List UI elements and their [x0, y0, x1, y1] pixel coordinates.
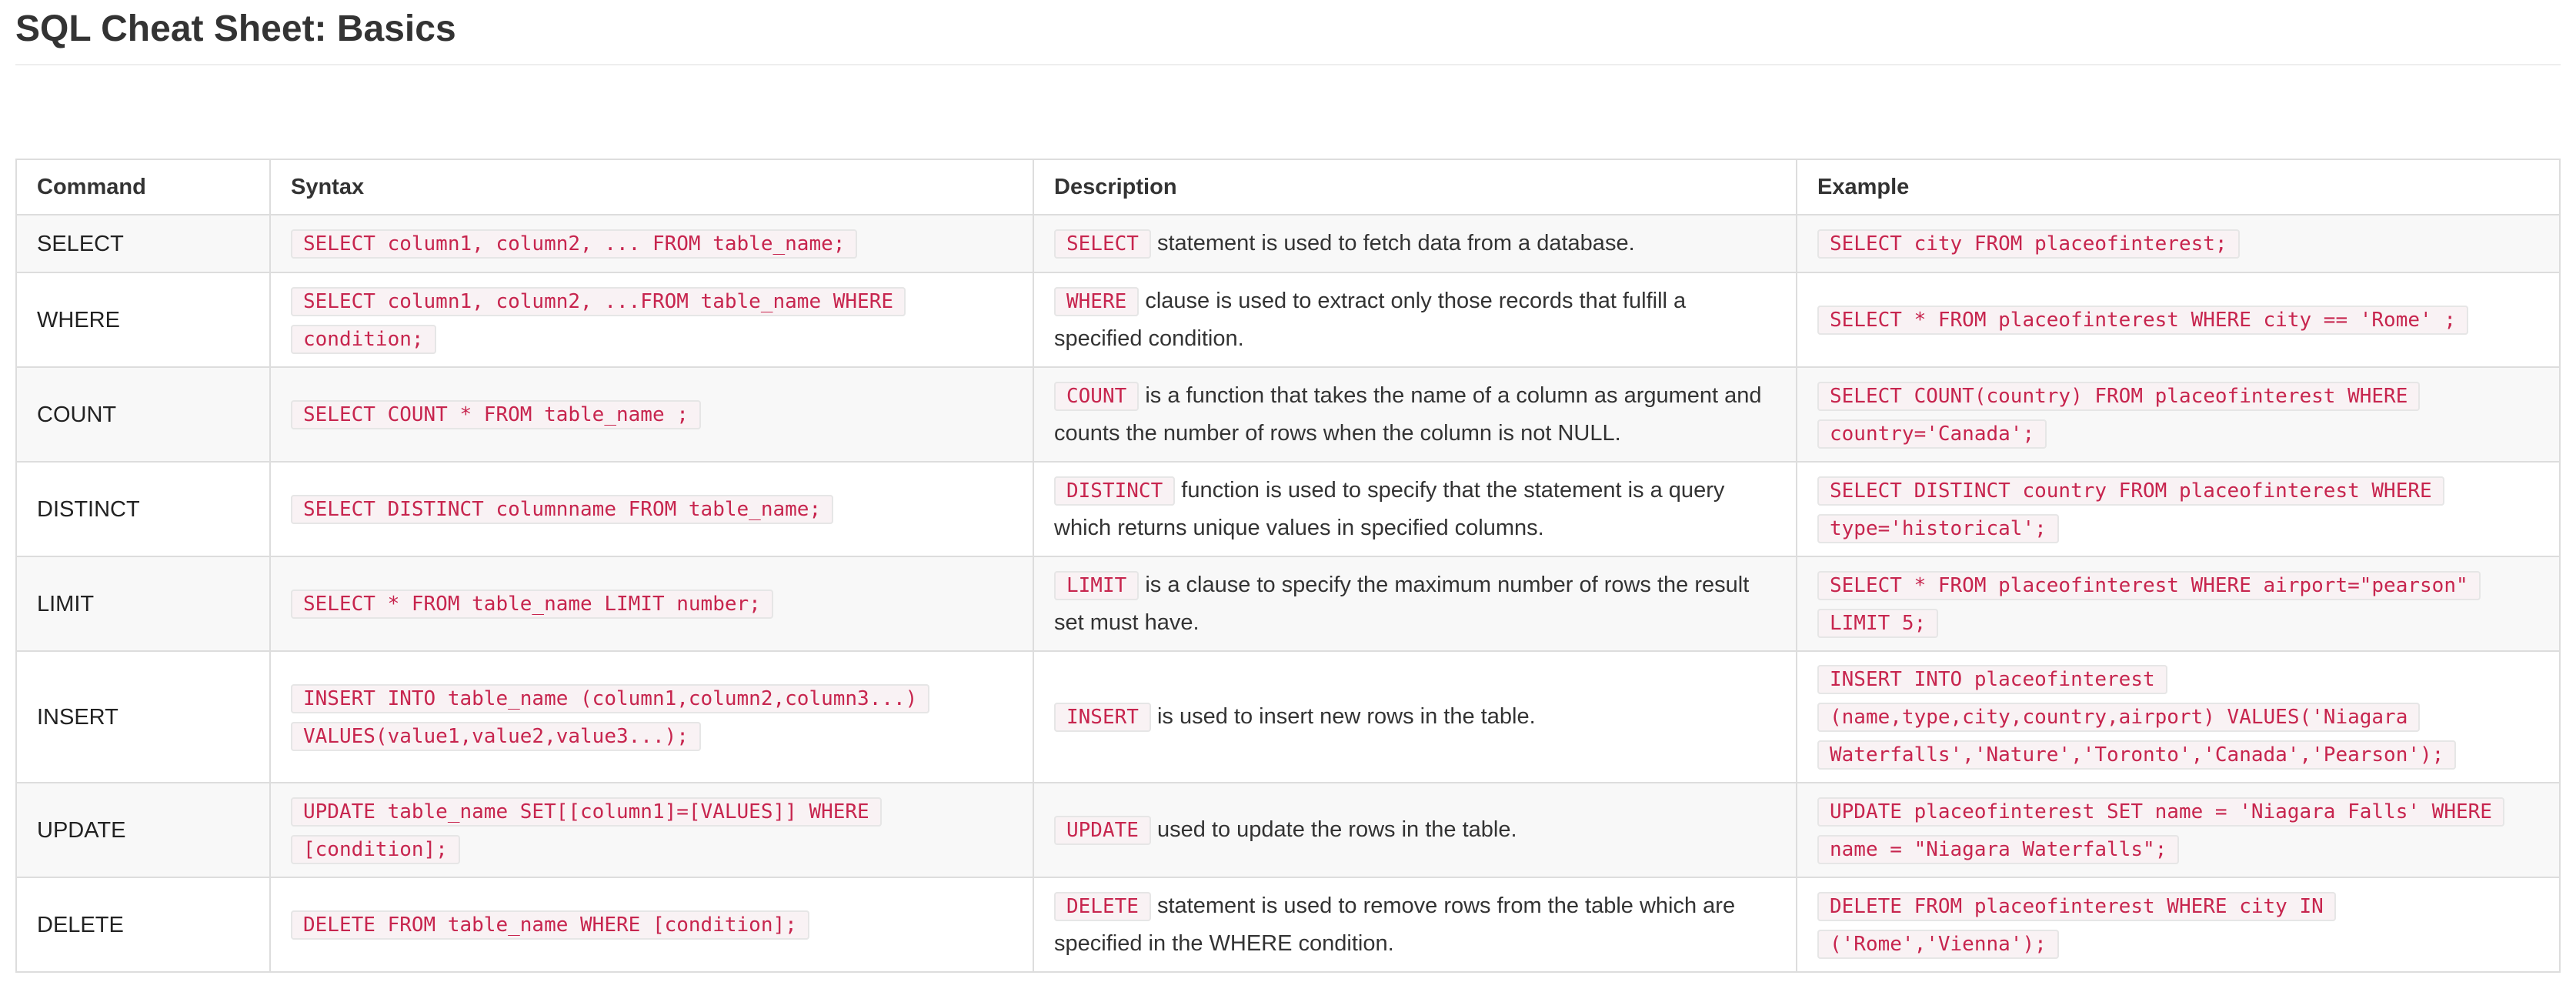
syntax-cell: SELECT column1, column2, ... FROM table_…: [269, 214, 1034, 273]
cheat-sheet-table: Command Syntax Description Example SELEC…: [15, 159, 2561, 973]
example-cell: SELECT COUNT(country) FROM placeofintere…: [1796, 366, 2561, 463]
example-cell: SELECT * FROM placeofinterest WHERE airp…: [1796, 556, 2561, 652]
description-text: used to update the rows in the table.: [1156, 817, 1517, 842]
header-example: Example: [1796, 159, 2561, 215]
description-keyword: UPDATE: [1054, 816, 1151, 845]
command-cell: DELETE: [15, 877, 271, 973]
description-cell: WHERE clause is used to extract only tho…: [1033, 272, 1797, 368]
syntax-code: INSERT INTO table_name (column1,column2,…: [291, 683, 930, 751]
example-cell: INSERT INTO placeofinterest (name,type,c…: [1796, 650, 2561, 783]
example-code: UPDATE placeofinterest SET name = 'Niaga…: [1817, 797, 2504, 864]
syntax-code: SELECT column1, column2, ...FROM table_n…: [291, 286, 906, 354]
description-cell: LIMIT is a clause to specify the maximum…: [1033, 556, 1797, 652]
command-cell: SELECT: [15, 214, 271, 273]
syntax-code: UPDATE table_name SET[[column1]=[VALUES]…: [291, 797, 882, 864]
example-cell: UPDATE placeofinterest SET name = 'Niaga…: [1796, 782, 2561, 878]
table-row: UPDATE UPDATE table_name SET[[column1]=[…: [15, 782, 2561, 878]
example-code: SELECT city FROM placeofinterest;: [1817, 229, 2240, 259]
command-cell: COUNT: [15, 366, 271, 463]
example-code: SELECT COUNT(country) FROM placeofintere…: [1817, 381, 2421, 449]
description-cell: DELETE statement is used to remove rows …: [1033, 877, 1797, 973]
syntax-code: SELECT * FROM table_name LIMIT number;: [291, 590, 773, 619]
page: SQL Cheat Sheet: Basics Command Syntax D…: [0, 0, 2576, 982]
syntax-cell: SELECT column1, column2, ...FROM table_n…: [269, 272, 1034, 368]
command-cell: WHERE: [15, 272, 271, 368]
command-cell: DISTINCT: [15, 461, 271, 557]
table-row: DELETE DELETE FROM table_name WHERE [con…: [15, 877, 2561, 973]
description-keyword: WHERE: [1054, 287, 1140, 316]
command-cell: UPDATE: [15, 782, 271, 878]
description-text: clause is used to extract only those rec…: [1054, 289, 1687, 351]
syntax-code: SELECT DISTINCT columnname FROM table_na…: [291, 495, 834, 524]
command-cell: LIMIT: [15, 556, 271, 652]
description-keyword: INSERT: [1054, 703, 1151, 732]
description-keyword: DISTINCT: [1054, 476, 1176, 506]
description-keyword: LIMIT: [1054, 571, 1140, 600]
example-cell: SELECT * FROM placeofinterest WHERE city…: [1796, 272, 2561, 368]
description-text: statement is used to remove rows from th…: [1054, 893, 1736, 956]
description-cell: DISTINCT function is used to specify tha…: [1033, 461, 1797, 557]
example-cell: SELECT city FROM placeofinterest;: [1796, 214, 2561, 273]
header-syntax: Syntax: [269, 159, 1034, 215]
example-code: SELECT * FROM placeofinterest WHERE city…: [1817, 306, 2468, 335]
description-keyword: COUNT: [1054, 382, 1140, 411]
description-keyword: DELETE: [1054, 892, 1151, 921]
syntax-cell: DELETE FROM table_name WHERE [condition]…: [269, 877, 1034, 973]
description-text: is used to insert new rows in the table.: [1156, 704, 1536, 729]
table-row: DISTINCT SELECT DISTINCT columnname FROM…: [15, 461, 2561, 557]
syntax-cell: UPDATE table_name SET[[column1]=[VALUES]…: [269, 782, 1034, 878]
table-row: LIMIT SELECT * FROM table_name LIMIT num…: [15, 556, 2561, 652]
command-cell: INSERT: [15, 650, 271, 783]
description-text: statement is used to fetch data from a d…: [1156, 231, 1635, 256]
table-row: COUNT SELECT COUNT * FROM table_name ; C…: [15, 366, 2561, 463]
example-cell: SELECT DISTINCT country FROM placeofinte…: [1796, 461, 2561, 557]
description-cell: SELECT statement is used to fetch data f…: [1033, 214, 1797, 273]
example-code: SELECT * FROM placeofinterest WHERE airp…: [1817, 570, 2481, 638]
syntax-cell: SELECT * FROM table_name LIMIT number;: [269, 556, 1034, 652]
header-row: Command Syntax Description Example: [15, 159, 2561, 215]
table-body: SELECT SELECT column1, column2, ... FROM…: [15, 214, 2561, 973]
example-cell: DELETE FROM placeofinterest WHERE city I…: [1796, 877, 2561, 973]
description-text: is a function that takes the name of a c…: [1054, 383, 1762, 446]
description-text: is a clause to specify the maximum numbe…: [1054, 573, 1750, 635]
syntax-cell: INSERT INTO table_name (column1,column2,…: [269, 650, 1034, 783]
description-cell: INSERT is used to insert new rows in the…: [1033, 650, 1797, 783]
table-row: INSERT INSERT INTO table_name (column1,c…: [15, 650, 2561, 783]
title-divider: [15, 64, 2561, 65]
syntax-code: DELETE FROM table_name WHERE [condition]…: [291, 910, 809, 940]
example-code: SELECT DISTINCT country FROM placeofinte…: [1817, 476, 2444, 543]
table-row: SELECT SELECT column1, column2, ... FROM…: [15, 214, 2561, 273]
description-keyword: SELECT: [1054, 229, 1151, 259]
header-command: Command: [15, 159, 271, 215]
table-row: WHERE SELECT column1, column2, ...FROM t…: [15, 272, 2561, 368]
example-code: DELETE FROM placeofinterest WHERE city I…: [1817, 891, 2336, 959]
example-code: INSERT INTO placeofinterest (name,type,c…: [1817, 665, 2457, 770]
syntax-cell: SELECT COUNT * FROM table_name ;: [269, 366, 1034, 463]
page-title: SQL Cheat Sheet: Basics: [15, 8, 456, 49]
syntax-cell: SELECT DISTINCT columnname FROM table_na…: [269, 461, 1034, 557]
description-cell: COUNT is a function that takes the name …: [1033, 366, 1797, 463]
table-header: Command Syntax Description Example: [15, 159, 2561, 215]
header-description: Description: [1033, 159, 1797, 215]
description-cell: UPDATE used to update the rows in the ta…: [1033, 782, 1797, 878]
syntax-code: SELECT column1, column2, ... FROM table_…: [291, 229, 858, 259]
syntax-code: SELECT COUNT * FROM table_name ;: [291, 400, 701, 429]
